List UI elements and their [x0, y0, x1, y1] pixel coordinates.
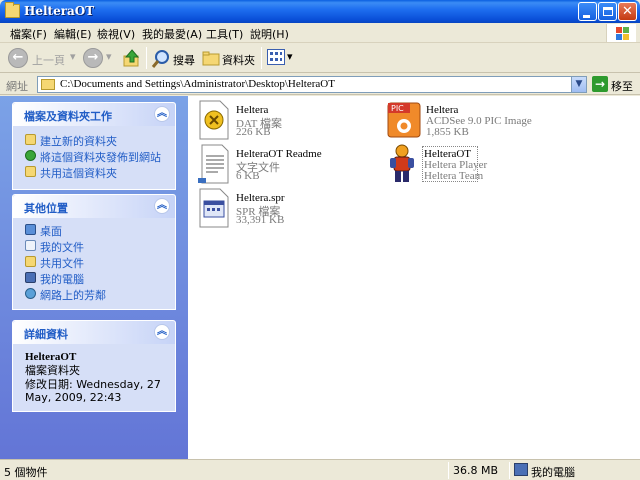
file-company: Heltera Team	[424, 170, 484, 182]
menu-favorites[interactable]: 我的最愛(A)	[142, 26, 202, 42]
folder-up-icon[interactable]	[123, 49, 141, 67]
panel-title: 詳細資料	[24, 328, 68, 341]
file-item-selected[interactable]: HelteraOT Heltera Player Heltera Team	[384, 144, 584, 188]
folder-icon	[5, 2, 20, 18]
desktop-icon	[25, 224, 36, 235]
menu-help[interactable]: 說明(H)	[250, 26, 289, 42]
file-item[interactable]: Heltera DAT 檔案 226 KB	[196, 100, 396, 144]
menu-edit[interactable]: 編輯(E)	[54, 26, 92, 42]
address-dropdown-icon[interactable]: ▼	[571, 77, 586, 92]
panel-header[interactable]: 其他位置 ︽	[13, 195, 175, 218]
place-label[interactable]: 共用文件	[40, 255, 84, 271]
go-button-label[interactable]: 移至	[611, 78, 633, 94]
folder-icon	[41, 79, 55, 90]
status-location: 我的電腦	[531, 466, 575, 479]
text-document-icon	[198, 144, 229, 184]
panel-title: 檔案及資料夾工作	[24, 110, 112, 123]
task-label[interactable]: 建立新的資料夾	[40, 133, 117, 149]
computer-icon	[514, 463, 528, 476]
maximize-icon	[603, 7, 613, 16]
window-title: HelteraOT	[24, 4, 95, 18]
status-divider	[448, 462, 449, 479]
menu-tools[interactable]: 工具(T)	[206, 26, 243, 42]
menu-bar: 檔案(F) 編輯(E) 檢視(V) 我的最愛(A) 工具(T) 說明(H)	[0, 23, 640, 43]
file-item[interactable]: PIC Heltera ACDSee 9.0 PIC Image 1,855 K…	[386, 100, 586, 144]
place-label[interactable]: 桌面	[40, 223, 62, 239]
spr-file-icon	[199, 188, 229, 228]
close-button[interactable]: ✕	[618, 2, 637, 21]
close-icon: ✕	[622, 4, 633, 19]
title-bar[interactable]: HelteraOT ✕	[0, 0, 640, 23]
status-bar: 5 個物件 36.8 MB 我的電腦	[0, 459, 640, 480]
task-pane: 檔案及資料夾工作 ︽ 建立新的資料夾 將這個資料夾發佈到網站 共用這個資料夾 其…	[0, 96, 188, 459]
status-total-size: 36.8 MB	[453, 464, 499, 477]
file-item[interactable]: Heltera.spr SPR 檔案 33,391 KB	[196, 188, 396, 232]
maximize-button[interactable]	[598, 2, 617, 21]
status-divider	[509, 462, 510, 479]
folders-button-label[interactable]: 資料夾	[222, 52, 255, 68]
file-folder-tasks-panel: 檔案及資料夾工作 ︽ 建立新的資料夾 將這個資料夾發佈到網站 共用這個資料夾	[12, 102, 176, 190]
details-panel: 詳細資料 ︽ HelteraOT 檔案資料夾 修改日期: Wednesday, …	[12, 320, 176, 412]
views-dropdown-icon[interactable]: ▾	[287, 50, 293, 63]
file-size: 33,391 KB	[236, 214, 285, 226]
toolbar-separator	[261, 47, 262, 69]
computer-icon	[25, 272, 36, 283]
dat-file-icon	[199, 100, 229, 140]
toolbar: ← 上一頁 ▾ → ▾ 搜尋 資料夾 ▾	[0, 43, 640, 73]
place-label[interactable]: 我的文件	[40, 239, 84, 255]
other-places-panel: 其他位置 ︽ 桌面 我的文件 共用文件 我的電腦 網路上的芳鄰	[12, 194, 176, 310]
detail-modified-date: 修改日期: Wednesday, 27 May, 2009, 22:43	[25, 378, 161, 404]
windows-logo-icon	[606, 24, 636, 42]
task-label[interactable]: 共用這個資料夾	[40, 165, 117, 181]
pic-image-icon: PIC	[387, 102, 421, 138]
address-input[interactable]: C:\Documents and Settings\Administrator\…	[37, 76, 587, 93]
forward-arrow-icon[interactable]: →	[83, 48, 103, 68]
new-folder-icon	[25, 134, 36, 145]
menu-file[interactable]: 檔案(F)	[10, 26, 47, 42]
shared-folder-icon	[25, 166, 36, 177]
task-label[interactable]: 將這個資料夾發佈到網站	[40, 149, 161, 165]
panel-header[interactable]: 詳細資料 ︽	[13, 321, 175, 344]
back-button-label[interactable]: 上一頁	[32, 52, 65, 68]
address-label: 網址	[6, 80, 28, 93]
network-icon	[25, 288, 36, 299]
go-arrow-icon[interactable]: →	[592, 76, 608, 92]
file-item[interactable]: HelteraOT Readme 文字文件 6 KB	[196, 144, 396, 188]
address-path[interactable]: C:\Documents and Settings\Administrator\…	[60, 78, 335, 90]
panel-title: 其他位置	[24, 202, 68, 215]
menu-view[interactable]: 檢視(V)	[97, 26, 135, 42]
address-bar: 網址 C:\Documents and Settings\Administrat…	[0, 74, 640, 95]
svg-text:PIC: PIC	[391, 104, 404, 113]
place-label[interactable]: 我的電腦	[40, 271, 84, 287]
minimize-button[interactable]	[578, 2, 597, 21]
views-icon[interactable]	[267, 49, 285, 65]
back-arrow-icon[interactable]: ←	[8, 48, 28, 68]
minimize-icon	[583, 15, 590, 18]
back-dropdown-icon[interactable]: ▾	[70, 50, 76, 63]
folders-icon[interactable]	[202, 50, 220, 66]
my-documents-icon	[25, 240, 36, 251]
search-button-label[interactable]: 搜尋	[173, 52, 195, 68]
shared-documents-icon	[25, 256, 36, 267]
file-list-view[interactable]: Heltera DAT 檔案 226 KB PIC Heltera ACDSee…	[188, 96, 640, 459]
detail-type: 檔案資料夾	[25, 364, 80, 377]
forward-dropdown-icon[interactable]: ▾	[106, 50, 112, 63]
globe-icon	[25, 150, 36, 161]
status-object-count: 5 個物件	[4, 466, 48, 479]
collapse-chevron-icon[interactable]: ︽	[154, 324, 170, 340]
search-icon[interactable]	[151, 49, 171, 69]
collapse-chevron-icon[interactable]: ︽	[154, 198, 170, 214]
place-label[interactable]: 網路上的芳鄰	[40, 287, 106, 303]
file-size: 6 KB	[236, 170, 260, 182]
toolbar-separator	[146, 47, 147, 69]
file-size: 226 KB	[236, 126, 271, 138]
collapse-chevron-icon[interactable]: ︽	[154, 106, 170, 122]
file-size: 1,855 KB	[426, 126, 469, 138]
game-character-icon	[390, 144, 414, 182]
panel-header[interactable]: 檔案及資料夾工作 ︽	[13, 103, 175, 126]
